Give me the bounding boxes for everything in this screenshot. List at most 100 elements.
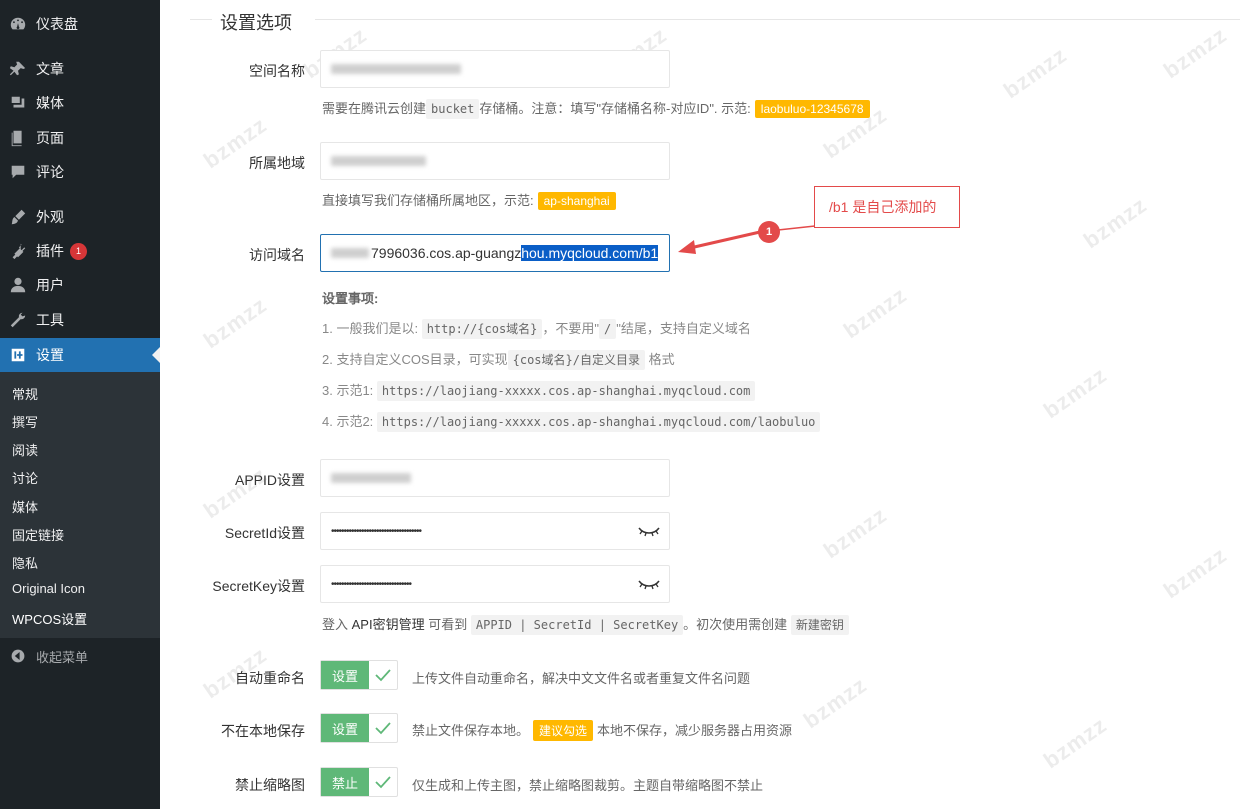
watermark: bzmzz (818, 501, 892, 564)
eye-closed-icon[interactable] (637, 524, 661, 538)
example-tag: laobuluo-12345678 (754, 100, 870, 118)
submenu-permalinks[interactable]: 固定链接 (12, 525, 64, 544)
dashboard-icon (0, 15, 36, 33)
domain-input[interactable]: 7996036.cos.ap-guangz hou.myqcloud.com/b1 (320, 234, 670, 272)
note-text: 4. 示范2: (322, 414, 374, 429)
menu-item-posts[interactable]: 文章 (0, 52, 160, 86)
auto-rename-switch[interactable]: 设置 (320, 660, 398, 690)
submenu-privacy[interactable]: 隐私 (12, 553, 38, 572)
admin-sidebar: 仪表盘 文章 媒体 页面 评论 外观 插件 1 用户 工具 设置 常规 撰写 阅… (0, 0, 160, 809)
watermark: bzmzz (1158, 21, 1232, 84)
menu-item-users[interactable]: 用户 (0, 268, 160, 302)
bucket-input[interactable] (320, 50, 670, 88)
submenu-wpcos[interactable]: WPCOS设置 (12, 609, 87, 628)
watermark: bzmzz (1038, 361, 1112, 424)
note-text: "结尾，支持自定义域名 (616, 321, 751, 336)
note-4: 4. 示范2: https://laojiang-xxxxx.cos.ap-sh… (322, 411, 821, 432)
menu-label: 工具 (36, 312, 64, 328)
collapse-icon (0, 648, 36, 664)
redacted-value (331, 248, 369, 258)
menu-label: 媒体 (36, 95, 64, 111)
media-icon (0, 94, 36, 112)
section-title: 设置选项 (220, 13, 292, 33)
watermark: bzmzz (798, 671, 872, 734)
watermark: bzmzz (1078, 191, 1152, 254)
menu-label: 仪表盘 (36, 16, 78, 32)
note-code: http://{cos域名} (421, 319, 543, 339)
no-thumb-switch[interactable]: 禁止 (320, 767, 398, 797)
domain-label: 访问域名 (249, 247, 305, 263)
notes-title: 设置事项: (322, 291, 379, 306)
appid-label: APPID设置 (234, 472, 305, 488)
pin-icon (0, 60, 36, 78)
no-local-switch[interactable]: 设置 (320, 713, 398, 743)
hint-text: 。初次使用需创建 (683, 617, 788, 632)
redacted-value (331, 156, 426, 166)
note-code: https://laojiang-xxxxx.cos.ap-shanghai.m… (376, 412, 821, 432)
submenu-media[interactable]: 媒体 (12, 497, 38, 516)
watermark: bzmzz (998, 41, 1072, 104)
submenu-writing[interactable]: 撰写 (12, 412, 38, 431)
menu-item-pages[interactable]: 页面 (0, 121, 160, 155)
note-3: 3. 示范1: https://laojiang-xxxxx.cos.ap-sh… (322, 380, 756, 401)
region-hint: 直接填写我们存储桶所属地区，示范: ap-shanghai (322, 190, 616, 210)
annotation-box: /b1 是自己添加的 (814, 186, 960, 228)
menu-item-dashboard[interactable]: 仪表盘 (0, 7, 160, 41)
annotation-arrow (678, 225, 816, 254)
hint-text: 直接填写我们存储桶所属地区，示范: (322, 193, 534, 208)
collapse-menu-button[interactable]: 收起菜单 (0, 644, 160, 668)
redacted-value (331, 64, 461, 74)
key-hint: 登入 API密钥管理 可看到 APPID | SecretId | Secret… (322, 614, 849, 635)
menu-item-settings[interactable]: 设置 (0, 338, 160, 372)
comment-icon (0, 163, 36, 181)
menu-item-comments[interactable]: 评论 (0, 155, 160, 189)
bucket-label: 空间名称 (249, 63, 305, 79)
watermark: bzmzz (1038, 711, 1112, 774)
hint-text: 登入 (322, 617, 349, 632)
note-text: 格式 (648, 352, 675, 367)
wrench-icon (0, 311, 36, 329)
secretkey-input[interactable]: •••••••••••••••••••••••••••••••• (320, 565, 670, 603)
api-key-link[interactable]: API密钥管理 (352, 617, 425, 632)
redacted-value (331, 473, 411, 483)
appid-input[interactable] (320, 459, 670, 497)
auto-rename-label: 自动重命名 (235, 670, 305, 686)
no-thumb-label: 禁止缩略图 (235, 777, 305, 793)
eye-closed-icon[interactable] (637, 577, 661, 591)
menu-label: 页面 (36, 130, 64, 146)
hint-text: 需要在腾讯云创建 (322, 101, 427, 116)
user-icon (0, 276, 36, 294)
note-text: 1. 一般我们是以: (322, 321, 419, 336)
secretid-label: SecretId设置 (224, 525, 305, 541)
password-dots: •••••••••••••••••••••••••••••••• (331, 578, 412, 590)
no-local-desc: 禁止文件保存本地。 建议勾选 本地不保存，减少服务器占用资源 (412, 720, 792, 741)
menu-item-plugins[interactable]: 插件 1 (0, 234, 160, 268)
plugin-update-badge: 1 (70, 242, 87, 260)
domain-text: 7996036.cos.ap-guangz (371, 245, 522, 261)
submenu-general[interactable]: 常规 (12, 384, 38, 403)
domain-selected-text: hou.myqcloud.com/b1 (521, 245, 659, 261)
page-icon (0, 129, 36, 147)
menu-label: 设置 (36, 347, 64, 363)
submenu-original-icon[interactable]: Original Icon (12, 581, 85, 596)
region-input[interactable] (320, 142, 670, 180)
plugin-icon (0, 242, 36, 260)
secretid-input[interactable]: •••••••••••••••••••••••••••••••••••• (320, 512, 670, 550)
hint-text: 可看到 (428, 617, 468, 632)
menu-label: 文章 (36, 61, 64, 77)
submenu-reading[interactable]: 阅读 (12, 440, 38, 459)
settings-submenu: 常规 撰写 阅读 讨论 媒体 固定链接 隐私 Original Icon WPC… (0, 372, 160, 638)
password-dots: •••••••••••••••••••••••••••••••••••• (331, 525, 422, 537)
example-tag: ap-shanghai (537, 192, 616, 210)
menu-item-tools[interactable]: 工具 (0, 303, 160, 337)
note-code: {cos域名}/自定义目录 (507, 350, 645, 370)
menu-item-appearance[interactable]: 外观 (0, 200, 160, 234)
submenu-discussion[interactable]: 讨论 (12, 468, 38, 487)
no-local-label: 不在本地保存 (221, 723, 305, 739)
hint-code: 新建密钥 (790, 615, 849, 635)
check-icon (369, 661, 397, 689)
section-legend: 设置选项 (180, 10, 1240, 33)
menu-item-media[interactable]: 媒体 (0, 86, 160, 120)
note-code: https://laojiang-xxxxx.cos.ap-shanghai.m… (376, 381, 756, 401)
recommend-tag: 建议勾选 (533, 720, 594, 741)
